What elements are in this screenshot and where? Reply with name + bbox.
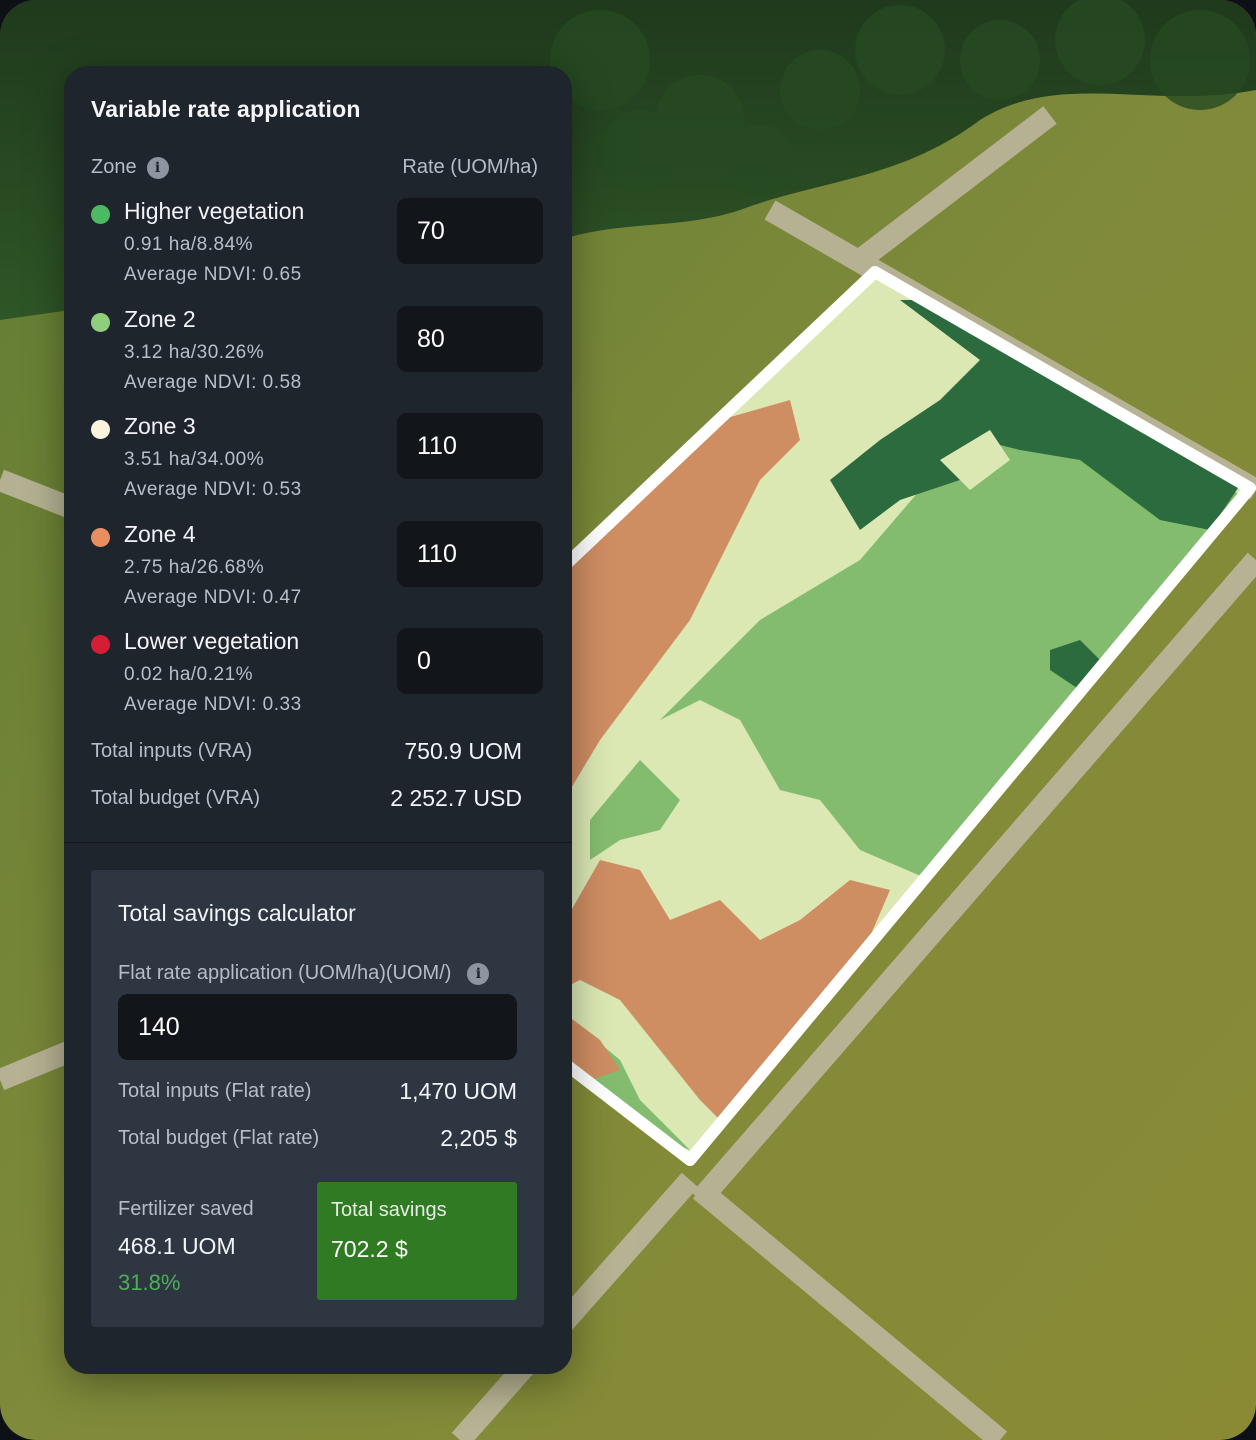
- fertilizer-saved-label: Fertilizer saved: [118, 1198, 254, 1220]
- zone-row-zone-3: Zone 3 3.51 ha/34.00% Average NDVI: 0.53…: [64, 411, 572, 519]
- vra-panel: Variable rate application Zone i Rate (U…: [64, 66, 572, 1374]
- fertilizer-saved: Fertilizer saved 468.1 UOM 31.8%: [118, 1198, 308, 1296]
- total-budget-flat-value: 2,205 $: [440, 1125, 517, 1151]
- total-inputs-vra-value: 750.9 UOM: [404, 738, 522, 764]
- total-budget-flat-label: Total budget (Flat rate): [118, 1127, 320, 1149]
- zone-row-zone-4: Zone 4 2.75 ha/26.68% Average NDVI: 0.47…: [64, 519, 572, 627]
- zone-row-higher-vegetation: Higher vegetation 0.91 ha/8.84% Average …: [64, 196, 572, 304]
- total-inputs-vra-label: Total inputs (VRA): [91, 740, 253, 762]
- total-savings-label: Total savings: [331, 1199, 447, 1221]
- zone-ndvi: Average NDVI: 0.58: [124, 371, 302, 393]
- rate-column-header: Rate (UOM/ha): [402, 156, 538, 178]
- fertilizer-saved-value: 468.1 UOM: [118, 1233, 236, 1259]
- zone-color-dot: [91, 635, 110, 654]
- flat-rate-input[interactable]: 140: [118, 994, 517, 1060]
- zone-list: Higher vegetation 0.91 ha/8.84% Average …: [64, 196, 572, 734]
- zone-rate-input[interactable]: 0: [397, 628, 543, 694]
- zone-column-header: Zone i: [91, 156, 169, 179]
- zone-name: Zone 3: [124, 413, 196, 439]
- flat-rate-label: Flat rate application (UOM/ha)(UOM/): [118, 962, 452, 984]
- zone-name: Zone 2: [124, 305, 196, 332]
- fertilizer-saved-percent: 31.8%: [118, 1270, 181, 1295]
- total-budget-vra-label: Total budget (VRA): [91, 787, 260, 809]
- zone-area: 0.02 ha/0.21%: [124, 664, 254, 685]
- zone-area: 3.51 ha/34.00%: [124, 449, 265, 470]
- zone-ndvi: Average NDVI: 0.33: [124, 694, 302, 715]
- zone-row-zone-2: Zone 2 3.12 ha/30.26% Average NDVI: 0.58…: [64, 304, 572, 412]
- zone-header-label: Zone: [91, 156, 137, 178]
- zone-ndvi: Average NDVI: 0.53: [124, 479, 302, 500]
- total-savings-value: 702.2 $: [331, 1236, 408, 1262]
- zone-rate-input[interactable]: 110: [397, 520, 543, 587]
- zone-name: Higher vegetation: [124, 198, 305, 224]
- zone-area: 3.12 ha/30.26%: [124, 341, 265, 363]
- app-canvas: Variable rate application Zone i Rate (U…: [0, 0, 1256, 1440]
- zone-rate-input[interactable]: 80: [397, 305, 543, 372]
- flat-rate-label-row: Flat rate application (UOM/ha)(UOM/) i: [118, 962, 490, 985]
- zone-color-dot: [91, 312, 110, 332]
- zone-color-dot: [91, 205, 110, 224]
- panel-divider: [64, 842, 572, 843]
- zone-rate-input[interactable]: 70: [397, 198, 543, 264]
- info-icon[interactable]: i: [467, 962, 490, 985]
- panel-title: Variable rate application: [91, 96, 361, 122]
- zone-rate-input[interactable]: 110: [397, 413, 543, 479]
- zone-color-dot: [91, 420, 110, 439]
- total-budget-vra-value: 2 252.7 USD: [390, 785, 522, 811]
- zone-ndvi: Average NDVI: 0.47: [124, 586, 302, 608]
- zone-name: Zone 4: [124, 520, 196, 547]
- zone-area: 2.75 ha/26.68%: [124, 556, 265, 578]
- total-inputs-flat-label: Total inputs (Flat rate): [118, 1080, 312, 1102]
- savings-calculator: Total savings calculator Flat rate appli…: [91, 870, 544, 1327]
- zone-name: Lower vegetation: [124, 628, 300, 654]
- total-savings-card: Total savings 702.2 $: [317, 1182, 517, 1300]
- info-icon[interactable]: i: [146, 156, 169, 179]
- total-inputs-flat-value: 1,470 UOM: [399, 1078, 517, 1104]
- zone-color-dot: [91, 527, 110, 547]
- zone-row-lower-vegetation: Lower vegetation 0.02 ha/0.21% Average N…: [64, 626, 572, 734]
- zone-ndvi: Average NDVI: 0.65: [124, 264, 302, 285]
- calculator-title: Total savings calculator: [118, 900, 356, 926]
- zone-area: 0.91 ha/8.84%: [124, 234, 254, 255]
